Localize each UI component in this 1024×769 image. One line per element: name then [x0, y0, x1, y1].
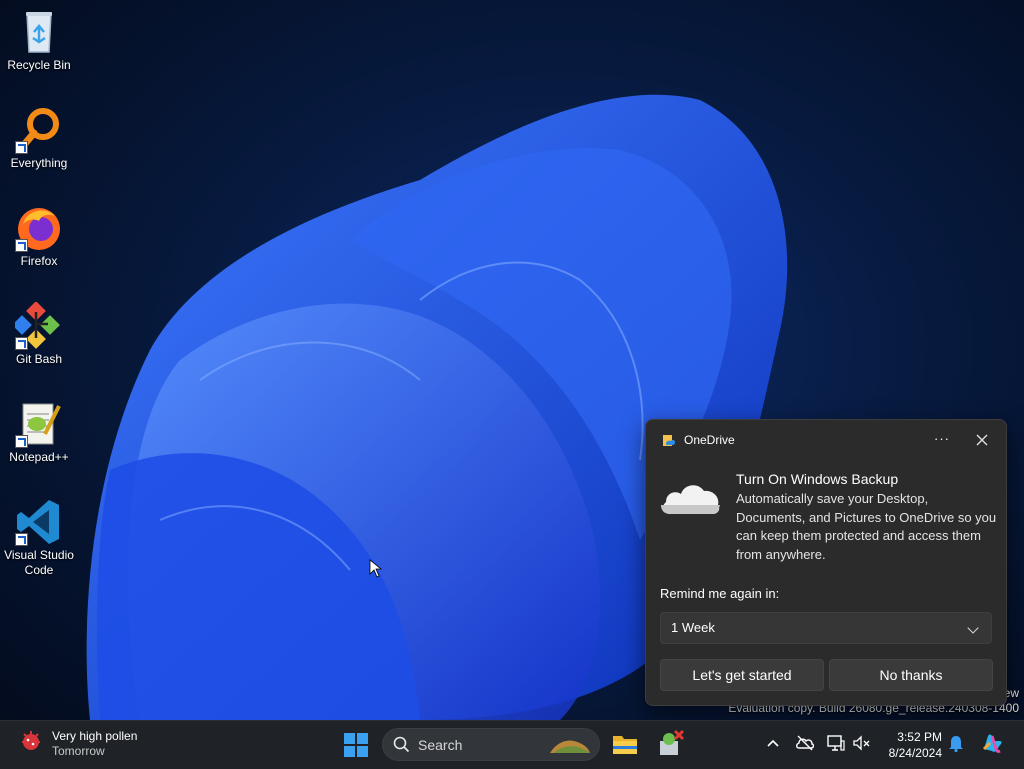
- notification-bell-icon[interactable]: [946, 733, 966, 753]
- vscode-icon: [15, 498, 63, 546]
- notification-header: OneDrive: [662, 433, 735, 447]
- desktop-icon-notepadpp[interactable]: Notepad++: [2, 400, 76, 465]
- recycle-bin-icon: [15, 8, 63, 56]
- desktop-icon-vscode[interactable]: Visual Studio Code: [2, 498, 76, 578]
- chevron-down-icon: [967, 622, 979, 634]
- desktop-icon-everything[interactable]: Everything: [2, 106, 76, 171]
- desktop-icon-label: Notepad++: [9, 450, 69, 464]
- desktop-icon-label: Visual Studio Code: [4, 548, 74, 577]
- shortcut-arrow-icon: [15, 239, 28, 252]
- taskbar: Very high pollen Tomorrow Search 3:52 PM…: [0, 720, 1024, 769]
- installer-app-icon[interactable]: [655, 729, 685, 759]
- lets-get-started-button[interactable]: Let's get started: [660, 659, 824, 691]
- notepad-plus-plus-icon: [15, 400, 63, 448]
- shortcut-arrow-icon: [15, 141, 28, 154]
- search-highlight-icon: [550, 740, 590, 753]
- no-thanks-button[interactable]: No thanks: [829, 659, 993, 691]
- onedrive-paused-icon[interactable]: [795, 733, 815, 753]
- notification-body: Automatically save your Desktop, Documen…: [736, 491, 997, 562]
- copilot-icon[interactable]: [980, 731, 1004, 755]
- remind-dropdown[interactable]: 1 Week: [660, 612, 992, 644]
- desktop-icon-label: Recycle Bin: [7, 58, 71, 72]
- desktop-icon-label: Git Bash: [15, 352, 63, 366]
- system-clock[interactable]: 3:52 PM 8/24/2024: [880, 729, 942, 761]
- volume-muted-icon[interactable]: [852, 733, 872, 753]
- shortcut-arrow-icon: [15, 533, 28, 546]
- desktop-icon-label: Firefox: [20, 254, 58, 268]
- onedrive-notification: OneDrive ··· Turn On Windows Backup Auto…: [645, 419, 1007, 706]
- weather-subtitle: Tomorrow: [52, 744, 105, 758]
- chevron-up-icon[interactable]: [763, 733, 783, 753]
- desktop-icon-recycle-bin[interactable]: Recycle Bin: [2, 8, 76, 73]
- notification-title: Turn On Windows Backup: [736, 471, 899, 487]
- network-icon[interactable]: [826, 733, 846, 753]
- close-icon[interactable]: [974, 432, 990, 448]
- search-placeholder: Search: [418, 737, 463, 753]
- search-box[interactable]: Search: [382, 728, 600, 761]
- pollen-icon: [22, 731, 40, 750]
- clock-time: 3:52 PM: [897, 730, 942, 744]
- search-icon: [393, 736, 410, 753]
- weather-title: Very high pollen: [52, 729, 138, 743]
- desktop-icon-label: Everything: [10, 156, 68, 170]
- more-options-icon[interactable]: ···: [934, 431, 950, 446]
- weather-widget[interactable]: Very high pollen Tomorrow: [20, 729, 137, 758]
- file-explorer-icon[interactable]: [610, 729, 640, 759]
- remind-label: Remind me again in:: [660, 586, 780, 601]
- onedrive-app-icon: [663, 435, 675, 446]
- shortcut-arrow-icon: [15, 337, 28, 350]
- notification-app-name: OneDrive: [684, 433, 735, 447]
- desktop-icon-firefox[interactable]: Firefox: [2, 204, 76, 269]
- remind-dropdown-value: 1 Week: [671, 620, 715, 635]
- git-bash-icon: [12, 301, 63, 350]
- firefox-icon: [15, 204, 63, 252]
- desktop-icon-git-bash[interactable]: Git Bash: [2, 301, 76, 367]
- everything-search-icon: [15, 106, 63, 154]
- onedrive-cloud-icon: [661, 485, 720, 514]
- start-button[interactable]: [343, 732, 369, 758]
- clock-date: 8/24/2024: [888, 746, 942, 760]
- shortcut-arrow-icon: [15, 435, 28, 448]
